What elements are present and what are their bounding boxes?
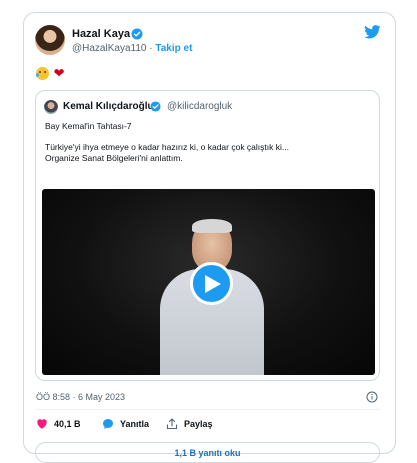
- red-heart-icon: ❤: [53, 65, 66, 81]
- separator-dot: ·: [149, 43, 153, 54]
- quoted-text-line: Türkiye'yi ihya etmeye o kadar hazırız k…: [45, 142, 289, 152]
- share-label: Paylaş: [184, 419, 213, 429]
- twitter-bird-icon[interactable]: [364, 25, 381, 39]
- divider: [36, 409, 381, 410]
- quoted-author-name: Kemal Kılıçdaroğlu: [63, 101, 154, 112]
- embedded-tweet-card: Hazal Kaya @HazalKaya110 · Takip et ❤ Ke…: [23, 12, 396, 463]
- quoted-text-line: Organize Sanat Bölgeleri'ni anlattım.: [45, 153, 183, 163]
- play-icon: [205, 274, 221, 293]
- quoted-text-line: Bay Kemal'in Tahtası-7: [45, 121, 132, 131]
- video-player[interactable]: [42, 189, 375, 375]
- quoted-author-handle: @kilicdarogluk: [167, 101, 233, 112]
- info-icon[interactable]: [366, 391, 378, 403]
- read-replies-button[interactable]: 1,1 B yanıtı oku: [35, 442, 380, 463]
- author-handle-row: @HazalKaya110 · Takip et: [72, 43, 192, 54]
- like-button[interactable]: 40,1 B: [36, 418, 81, 429]
- share-button[interactable]: Paylaş: [166, 418, 213, 430]
- reply-label: Yanıtla: [120, 419, 150, 429]
- face-with-tear-of-joy-icon: [36, 67, 49, 81]
- follow-link[interactable]: Takip et: [155, 43, 192, 54]
- like-count: 40,1 B: [54, 418, 81, 429]
- verified-badge-icon: [131, 28, 143, 40]
- tweet-timestamp[interactable]: ÖÖ 8:58 · 6 May 2023: [36, 392, 125, 402]
- quoted-tweet-text: Bay Kemal'in Tahtası-7 Türkiye'yi ihya e…: [45, 121, 375, 164]
- video-thumbnail-hair: [192, 219, 232, 233]
- quoted-author-avatar: [44, 100, 58, 114]
- author-handle[interactable]: @HazalKaya110: [72, 43, 146, 54]
- heart-icon: [37, 419, 47, 429]
- play-button[interactable]: [190, 262, 233, 305]
- reply-icon: [103, 419, 113, 429]
- tweet-text: ❤: [36, 65, 66, 82]
- verified-badge-icon: [150, 101, 161, 112]
- author-avatar[interactable]: [35, 25, 65, 55]
- quoted-tweet[interactable]: Kemal Kılıçdaroğlu @kilicdarogluk Bay Ke…: [35, 90, 380, 381]
- share-icon: [166, 418, 178, 430]
- reply-button[interactable]: Yanıtla: [102, 418, 149, 430]
- author-name[interactable]: Hazal Kaya: [72, 28, 130, 40]
